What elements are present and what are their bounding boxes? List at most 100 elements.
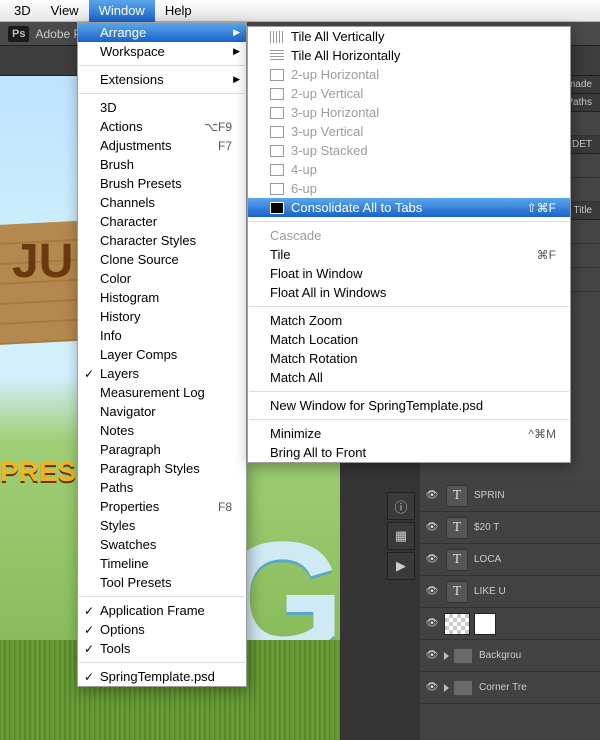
menu-item[interactable]: Timeline	[78, 554, 246, 573]
menu-item[interactable]: Paragraph Styles	[78, 459, 246, 478]
menu-item[interactable]: Options	[78, 620, 246, 639]
menu-item[interactable]: Swatches	[78, 535, 246, 554]
menu-item[interactable]: Tile⌘F	[248, 245, 570, 264]
menu-item-label: Character	[100, 214, 157, 229]
canvas-art-ju: JU	[12, 234, 73, 289]
menu-item-label: Tools	[100, 641, 130, 656]
menu-item[interactable]: Character Styles	[78, 231, 246, 250]
menu-item[interactable]: Layers	[78, 364, 246, 383]
menu-item[interactable]: 3D	[78, 98, 246, 117]
info-panel-icon[interactable]: ⓘ	[387, 492, 415, 520]
visibility-icon[interactable]: 👁	[424, 682, 440, 693]
menu-item-label: Layer Comps	[100, 347, 177, 362]
menu-item[interactable]: PropertiesF8	[78, 497, 246, 516]
layer-row[interactable]: 👁T$20 T	[420, 512, 600, 544]
layer-thumbnail	[444, 613, 470, 635]
layers-panel: 👁TSPRIN 👁T$20 T 👁TLOCA 👁TLIKE U 👁 👁Backg…	[420, 480, 600, 740]
menu-item[interactable]: Arrange	[78, 23, 246, 42]
menu-item[interactable]: SpringTemplate.psd	[78, 667, 246, 686]
menu-item[interactable]: Styles	[78, 516, 246, 535]
menu-item[interactable]: Layer Comps	[78, 345, 246, 364]
box-icon	[270, 69, 284, 81]
menu-item[interactable]: Consolidate All to Tabs⇧⌘F	[248, 198, 570, 217]
menu-item[interactable]: Tools	[78, 639, 246, 658]
menu-item[interactable]: Navigator	[78, 402, 246, 421]
app-name-fragment: Adobe P	[35, 27, 81, 41]
menu-item[interactable]: Brush Presets	[78, 174, 246, 193]
visibility-icon[interactable]: 👁	[424, 490, 440, 501]
menu-item[interactable]: Extensions	[78, 70, 246, 89]
menu-item[interactable]: Match Zoom	[248, 311, 570, 330]
menu-item[interactable]: Match Rotation	[248, 349, 570, 368]
menubar-item-view[interactable]: View	[41, 0, 89, 22]
menu-item-label: Color	[100, 271, 131, 286]
menu-item-label: Adjustments	[100, 138, 172, 153]
menu-item[interactable]: Match All	[248, 368, 570, 387]
menu-item[interactable]: Notes	[78, 421, 246, 440]
menu-item[interactable]: Paths	[78, 478, 246, 497]
layer-row[interactable]: 👁TLOCA	[420, 544, 600, 576]
visibility-icon[interactable]: 👁	[424, 650, 440, 661]
menu-item[interactable]: Measurement Log	[78, 383, 246, 402]
menu-item[interactable]: Clone Source	[78, 250, 246, 269]
menu-item[interactable]: Character	[78, 212, 246, 231]
menu-item[interactable]: Info	[78, 326, 246, 345]
menubar-item-3d[interactable]: 3D	[4, 0, 41, 22]
collapsed-panel-icons: ⓘ ▦ ▶	[384, 490, 418, 582]
menu-item[interactable]: Actions⌥F9	[78, 117, 246, 136]
menu-item-label: Swatches	[100, 537, 156, 552]
menu-item[interactable]: Tile All Vertically	[248, 27, 570, 46]
menu-item-shortcut: F7	[198, 139, 232, 153]
layer-row[interactable]: 👁	[420, 608, 600, 640]
menu-item[interactable]: Channels	[78, 193, 246, 212]
menu-item[interactable]: Minimize^⌘M	[248, 424, 570, 443]
menu-item-shortcut: ⌥F9	[184, 120, 232, 134]
menu-item-label: Measurement Log	[100, 385, 205, 400]
menu-item[interactable]: Workspace	[78, 42, 246, 61]
layer-row[interactable]: 👁Corner Tre	[420, 672, 600, 704]
menu-item[interactable]: Adjustments F7	[78, 136, 246, 155]
menu-item[interactable]: Tile All Horizontally	[248, 46, 570, 65]
menu-item-label: Arrange	[100, 25, 146, 40]
menu-item-label: 4-up	[291, 162, 317, 177]
box-icon	[270, 183, 284, 195]
menu-item: 2-up Vertical	[248, 84, 570, 103]
menu-item[interactable]: Float All in Windows	[248, 283, 570, 302]
menu-item-label: Match Rotation	[270, 351, 357, 366]
boxsel-icon	[270, 202, 284, 214]
menu-item-label: Float in Window	[270, 266, 362, 281]
menubar-item-help[interactable]: Help	[155, 0, 202, 22]
menu-item-label: Tile All Vertically	[291, 29, 384, 44]
menu-item-label: Match Zoom	[270, 313, 342, 328]
menu-item[interactable]: Float in Window	[248, 264, 570, 283]
menu-item[interactable]: Bring All to Front	[248, 443, 570, 462]
menubar-item-window[interactable]: Window	[89, 0, 155, 22]
box-icon	[270, 145, 284, 157]
disclosure-triangle-icon[interactable]	[444, 684, 449, 692]
layer-row[interactable]: 👁TLIKE U	[420, 576, 600, 608]
menu-item[interactable]: Brush	[78, 155, 246, 174]
menu-item[interactable]: New Window for SpringTemplate.psd	[248, 396, 570, 415]
menu-item[interactable]: Tool Presets	[78, 573, 246, 592]
menu-item[interactable]: Application Frame	[78, 601, 246, 620]
menu-item[interactable]: Paragraph	[78, 440, 246, 459]
visibility-icon[interactable]: 👁	[424, 586, 440, 597]
photoshop-logo: Ps	[8, 26, 29, 42]
menu-item-label: Layers	[100, 366, 139, 381]
menu-item-label: Options	[100, 622, 145, 637]
visibility-icon[interactable]: 👁	[424, 618, 440, 629]
folder-icon	[453, 648, 473, 664]
menu-item[interactable]: Color	[78, 269, 246, 288]
visibility-icon[interactable]: 👁	[424, 522, 440, 533]
panel-icon[interactable]: ▶	[387, 552, 415, 580]
menu-item[interactable]: Match Location	[248, 330, 570, 349]
layer-row[interactable]: 👁TSPRIN	[420, 480, 600, 512]
menu-item[interactable]: Histogram	[78, 288, 246, 307]
disclosure-triangle-icon[interactable]	[444, 652, 449, 660]
visibility-icon[interactable]: 👁	[424, 554, 440, 565]
menu-item[interactable]: History	[78, 307, 246, 326]
layer-row[interactable]: 👁Backgrou	[420, 640, 600, 672]
os-menubar[interactable]: 3D View Window Help	[0, 0, 600, 22]
panel-icon[interactable]: ▦	[387, 522, 415, 550]
menu-item-label: Channels	[100, 195, 155, 210]
